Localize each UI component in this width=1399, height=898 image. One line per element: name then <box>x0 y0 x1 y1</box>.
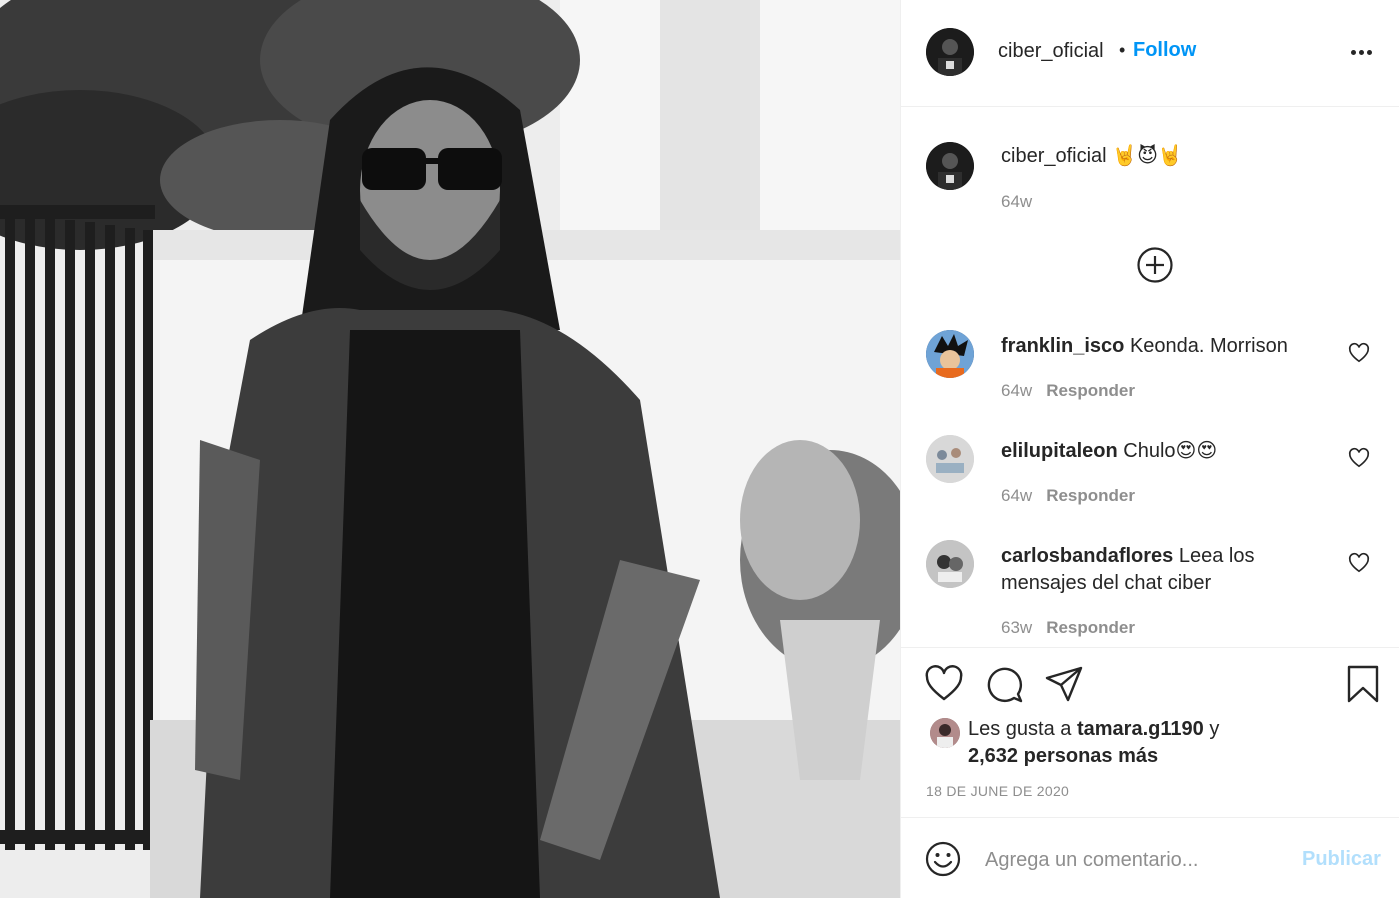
post-image <box>0 0 900 898</box>
reply-button[interactable]: Responder <box>1046 486 1135 505</box>
caption-time[interactable]: 64w <box>1001 192 1032 212</box>
comment-body: Chulo😍😍 <box>1123 440 1218 462</box>
likes-prefix: Les gusta a <box>968 718 1072 740</box>
post-date[interactable]: 18 DE JUNE DE 2020 <box>926 783 1069 799</box>
comment-text: franklin_isco Keonda. Morrison <box>1001 333 1331 360</box>
comment-meta: 63w Responder <box>1001 618 1135 638</box>
comment-username[interactable]: elilupitaleon <box>1001 440 1118 462</box>
comment-meta: 64w Responder <box>1001 486 1135 506</box>
comment-time[interactable]: 63w <box>1001 618 1032 637</box>
caption-avatar[interactable] <box>926 142 974 190</box>
caption-body: 🤘😈🤘 <box>1112 145 1183 167</box>
comment-avatar[interactable] <box>926 330 974 378</box>
caption-text: ciber_oficial 🤘😈🤘 <box>1001 143 1331 170</box>
comment-meta: 64w Responder <box>1001 381 1135 401</box>
post-actions: Les gusta a tamara.g1190 y 2,632 persona… <box>901 647 1399 817</box>
post-sidebar: ciber_oficial • Follow ciber_oficial 🤘😈🤘… <box>900 0 1399 898</box>
author-avatar[interactable] <box>926 28 974 76</box>
comment-input[interactable] <box>985 842 1285 878</box>
liker-username[interactable]: tamara.g1190 <box>1077 718 1204 740</box>
author-username[interactable]: ciber_oficial <box>998 40 1104 63</box>
comment-time[interactable]: 64w <box>1001 381 1032 400</box>
comment-like-icon[interactable] <box>1348 552 1370 574</box>
reply-button[interactable]: Responder <box>1046 618 1135 637</box>
load-more-comments-button[interactable] <box>1137 247 1173 283</box>
comment-body: Keonda. Morrison <box>1129 335 1288 357</box>
add-comment-bar: Publicar <box>901 817 1399 898</box>
comment-time[interactable]: 64w <box>1001 486 1032 505</box>
caption-username[interactable]: ciber_oficial <box>1001 145 1107 167</box>
follow-button[interactable]: Follow <box>1133 39 1196 62</box>
comment-username[interactable]: carlosbandaflores <box>1001 545 1173 567</box>
likes-count[interactable]: 2,632 personas más <box>968 745 1158 768</box>
smiley-icon[interactable] <box>925 841 961 877</box>
likes-text: Les gusta a tamara.g1190 y <box>968 718 1219 741</box>
likes-conj: y <box>1209 718 1220 740</box>
comment-like-icon[interactable] <box>1348 342 1370 364</box>
comment-username[interactable]: franklin_isco <box>1001 335 1124 357</box>
comment-text: carlosbandaflores Leea los mensajes del … <box>1001 543 1331 597</box>
post-photo[interactable] <box>0 0 900 898</box>
reply-button[interactable]: Responder <box>1046 381 1135 400</box>
comment-icon[interactable] <box>984 664 1024 704</box>
heart-icon[interactable] <box>924 664 964 704</box>
more-options-icon[interactable] <box>1347 38 1375 66</box>
comment-like-icon[interactable] <box>1348 447 1370 469</box>
plus-circle-icon <box>1137 247 1173 283</box>
bookmark-icon[interactable] <box>1343 664 1383 704</box>
comment-avatar[interactable] <box>926 540 974 588</box>
liker-avatar[interactable] <box>930 718 960 748</box>
comment-text: elilupitaleon Chulo😍😍 <box>1001 438 1331 465</box>
comment-avatar[interactable] <box>926 435 974 483</box>
publish-button[interactable]: Publicar <box>1302 848 1381 871</box>
post-header: ciber_oficial • Follow <box>901 0 1399 107</box>
send-icon[interactable] <box>1044 664 1084 704</box>
comments-list[interactable]: ciber_oficial 🤘😈🤘 64w franklin_isco Keon… <box>901 108 1399 646</box>
separator-dot: • <box>1119 40 1126 60</box>
